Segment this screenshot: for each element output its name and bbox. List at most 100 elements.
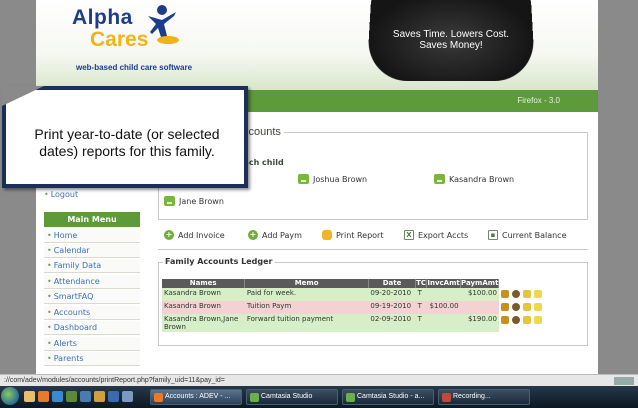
sidebar-item-accounts[interactable]: Accounts (44, 306, 140, 320)
print-row-icon[interactable] (500, 290, 509, 298)
row-actions (498, 288, 578, 301)
section-divider (158, 249, 588, 250)
col-invcamt: InvcAmt (426, 279, 462, 288)
section-divider (158, 219, 588, 220)
browser-status-bar: ://com/adev/modules/accounts/printReport… (0, 374, 638, 386)
start-button[interactable] (1, 387, 19, 405)
cell-memo: Tuition Paym (244, 301, 369, 314)
add-payment-label: Add Paym (262, 230, 302, 240)
view-row-icon[interactable] (511, 303, 520, 311)
cell-memo: Paid for week. (244, 288, 369, 301)
callout-fold-corner (2, 86, 44, 106)
print-report-button[interactable]: Print Report (322, 230, 383, 240)
logout-link[interactable]: Logout (44, 190, 140, 202)
child-jane-brown[interactable]: Jane Brown (164, 196, 224, 206)
cell-invcamt: $100.00 (426, 301, 461, 314)
view-row-icon[interactable] (511, 316, 520, 324)
add-icon: + (164, 230, 174, 240)
ledger-title: Family Accounts Ledger (163, 257, 275, 266)
cell-names: Kasandra Brown (162, 288, 245, 301)
firefox-version-label: Firefox - 3.0 (517, 96, 560, 105)
delete-row-icon[interactable] (533, 316, 542, 324)
col-paymamt: PaymAmt (460, 279, 500, 288)
cell-names: Kasandra Brown (162, 301, 245, 314)
view-row-icon[interactable] (511, 290, 520, 298)
sidebar-item-parents[interactable]: Parents (44, 352, 140, 366)
logo-tagline: web-based child care software (76, 63, 193, 72)
child-icon (434, 174, 445, 184)
child-kasandra-brown[interactable]: Kasandra Brown (434, 174, 514, 184)
child-icon (164, 196, 175, 206)
child-joshua-brown[interactable]: Joshua Brown (298, 174, 367, 184)
cell-date: 09-19-2010 (368, 301, 416, 314)
add-icon: + (248, 230, 258, 240)
firefox-icon (154, 393, 163, 402)
child-name: Joshua Brown (313, 174, 368, 184)
cell-tc: T (415, 314, 427, 332)
print-person-icon (322, 230, 332, 240)
col-tc: TC (415, 279, 428, 288)
ledger-row: Kasandra Brown Tuition Paym 09-19-2010 T… (162, 301, 578, 314)
sidebar-item-calendar[interactable]: Calendar (44, 244, 140, 258)
task-label: Camtasia Studio - a... (357, 393, 425, 400)
edit-row-icon[interactable] (522, 290, 531, 298)
quicklaunch-icon[interactable] (108, 391, 119, 402)
cell-invcamt (426, 288, 461, 301)
browser-frame-right (598, 0, 638, 374)
logo-figure-icon (148, 5, 179, 44)
add-invoice-label: Add Invoice (178, 230, 225, 240)
edit-row-icon[interactable] (522, 303, 531, 311)
task-recording[interactable]: Recording... (438, 389, 530, 405)
site-header: Alpha Cares web-based child care softwar… (36, 0, 598, 90)
sidebar-item-family-data[interactable]: Family Data (44, 259, 140, 273)
sidebar-item-dashboard[interactable]: Dashboard (44, 321, 140, 335)
sidebar-item-smartfaq[interactable]: SmartFAQ (44, 290, 140, 304)
quicklaunch-icon[interactable] (94, 391, 105, 402)
col-memo: Memo (244, 279, 369, 288)
cell-paymamt: $100.00 (460, 288, 499, 301)
sidebar-item-attendance[interactable]: Attendance (44, 275, 140, 289)
cell-names: Kasandra Brown,Jane Brown (162, 314, 245, 332)
export-icon: X (404, 230, 414, 240)
quicklaunch-icon[interactable] (122, 391, 133, 402)
sidebar-item-home[interactable]: Home (44, 229, 140, 243)
quicklaunch-icon[interactable] (66, 391, 77, 402)
col-names: Names (162, 279, 246, 288)
cell-invcamt (426, 314, 461, 332)
print-row-icon[interactable] (500, 303, 509, 311)
add-invoice-button[interactable]: + Add Invoice (164, 230, 225, 240)
camtasia-icon (346, 393, 355, 402)
cell-paymamt (460, 301, 499, 314)
cell-tc: T (415, 288, 427, 301)
delete-row-icon[interactable] (533, 290, 542, 298)
export-accounts-button[interactable]: X Export Accts (404, 230, 468, 240)
slogan-text: Saves Time. Lowers Cost. Saves Money! (392, 29, 510, 51)
windows-taskbar: Accounts : ADEV - ... Camtasia Studio Ca… (0, 386, 638, 408)
logo-alpha-text: Alpha (72, 6, 133, 29)
ledger-row: Kasandra Brown,Jane Brown Forward tuitio… (162, 314, 578, 332)
current-balance-button[interactable]: ▪ Current Balance (488, 230, 567, 240)
sidebar-item-alerts[interactable]: Alerts (44, 337, 140, 351)
task-label: Accounts : ADEV - ... (165, 393, 231, 400)
cell-tc: T (415, 301, 427, 314)
main-menu-header: Main Menu (44, 212, 140, 227)
quicklaunch-icon[interactable] (80, 391, 91, 402)
system-tray[interactable] (604, 392, 634, 402)
ledger-table: Names Memo Date TC InvcAmt PaymAmt Kasan… (162, 279, 578, 332)
status-indicator-icon (614, 377, 634, 385)
print-row-icon[interactable] (500, 316, 509, 324)
task-camtasia-studio-2[interactable]: Camtasia Studio - a... (342, 389, 434, 405)
edit-row-icon[interactable] (522, 316, 531, 324)
callout-text: Print year-to-date (or selected dates) r… (34, 126, 220, 159)
task-accounts-adev[interactable]: Accounts : ADEV - ... (150, 389, 242, 405)
add-payment-button[interactable]: + Add Paym (248, 230, 302, 240)
ie-icon[interactable] (52, 391, 63, 402)
child-name: Kasandra Brown (449, 174, 515, 184)
row-actions (498, 301, 578, 314)
firefox-icon[interactable] (38, 391, 49, 402)
explorer-icon[interactable] (24, 391, 35, 402)
cell-date: 02-09-2010 (368, 314, 416, 332)
delete-row-icon[interactable] (533, 303, 542, 311)
task-camtasia-studio[interactable]: Camtasia Studio (246, 389, 338, 405)
row-actions (498, 314, 578, 332)
